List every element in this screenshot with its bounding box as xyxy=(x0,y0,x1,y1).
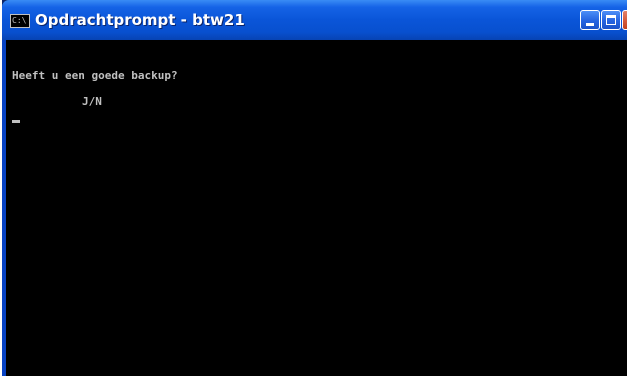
console-line: J/N xyxy=(82,95,102,108)
maximize-button[interactable] xyxy=(601,10,621,30)
console-line: Heeft u een goede backup? xyxy=(12,69,178,82)
minimize-icon xyxy=(586,23,594,26)
title-bar[interactable]: C:\ Opdrachtprompt - btw21 × xyxy=(2,0,627,40)
console-icon[interactable]: C:\ xyxy=(10,14,30,28)
maximize-icon xyxy=(606,15,616,25)
text-cursor xyxy=(12,120,20,123)
minimize-button[interactable] xyxy=(580,10,600,30)
command-prompt-window: C:\ Opdrachtprompt - btw21 × Heeft u een… xyxy=(2,0,627,376)
close-button[interactable]: × xyxy=(622,10,627,30)
console-output[interactable]: Heeft u een goede backup? J/N xyxy=(6,40,627,376)
window-title: Opdrachtprompt - btw21 xyxy=(35,11,245,29)
